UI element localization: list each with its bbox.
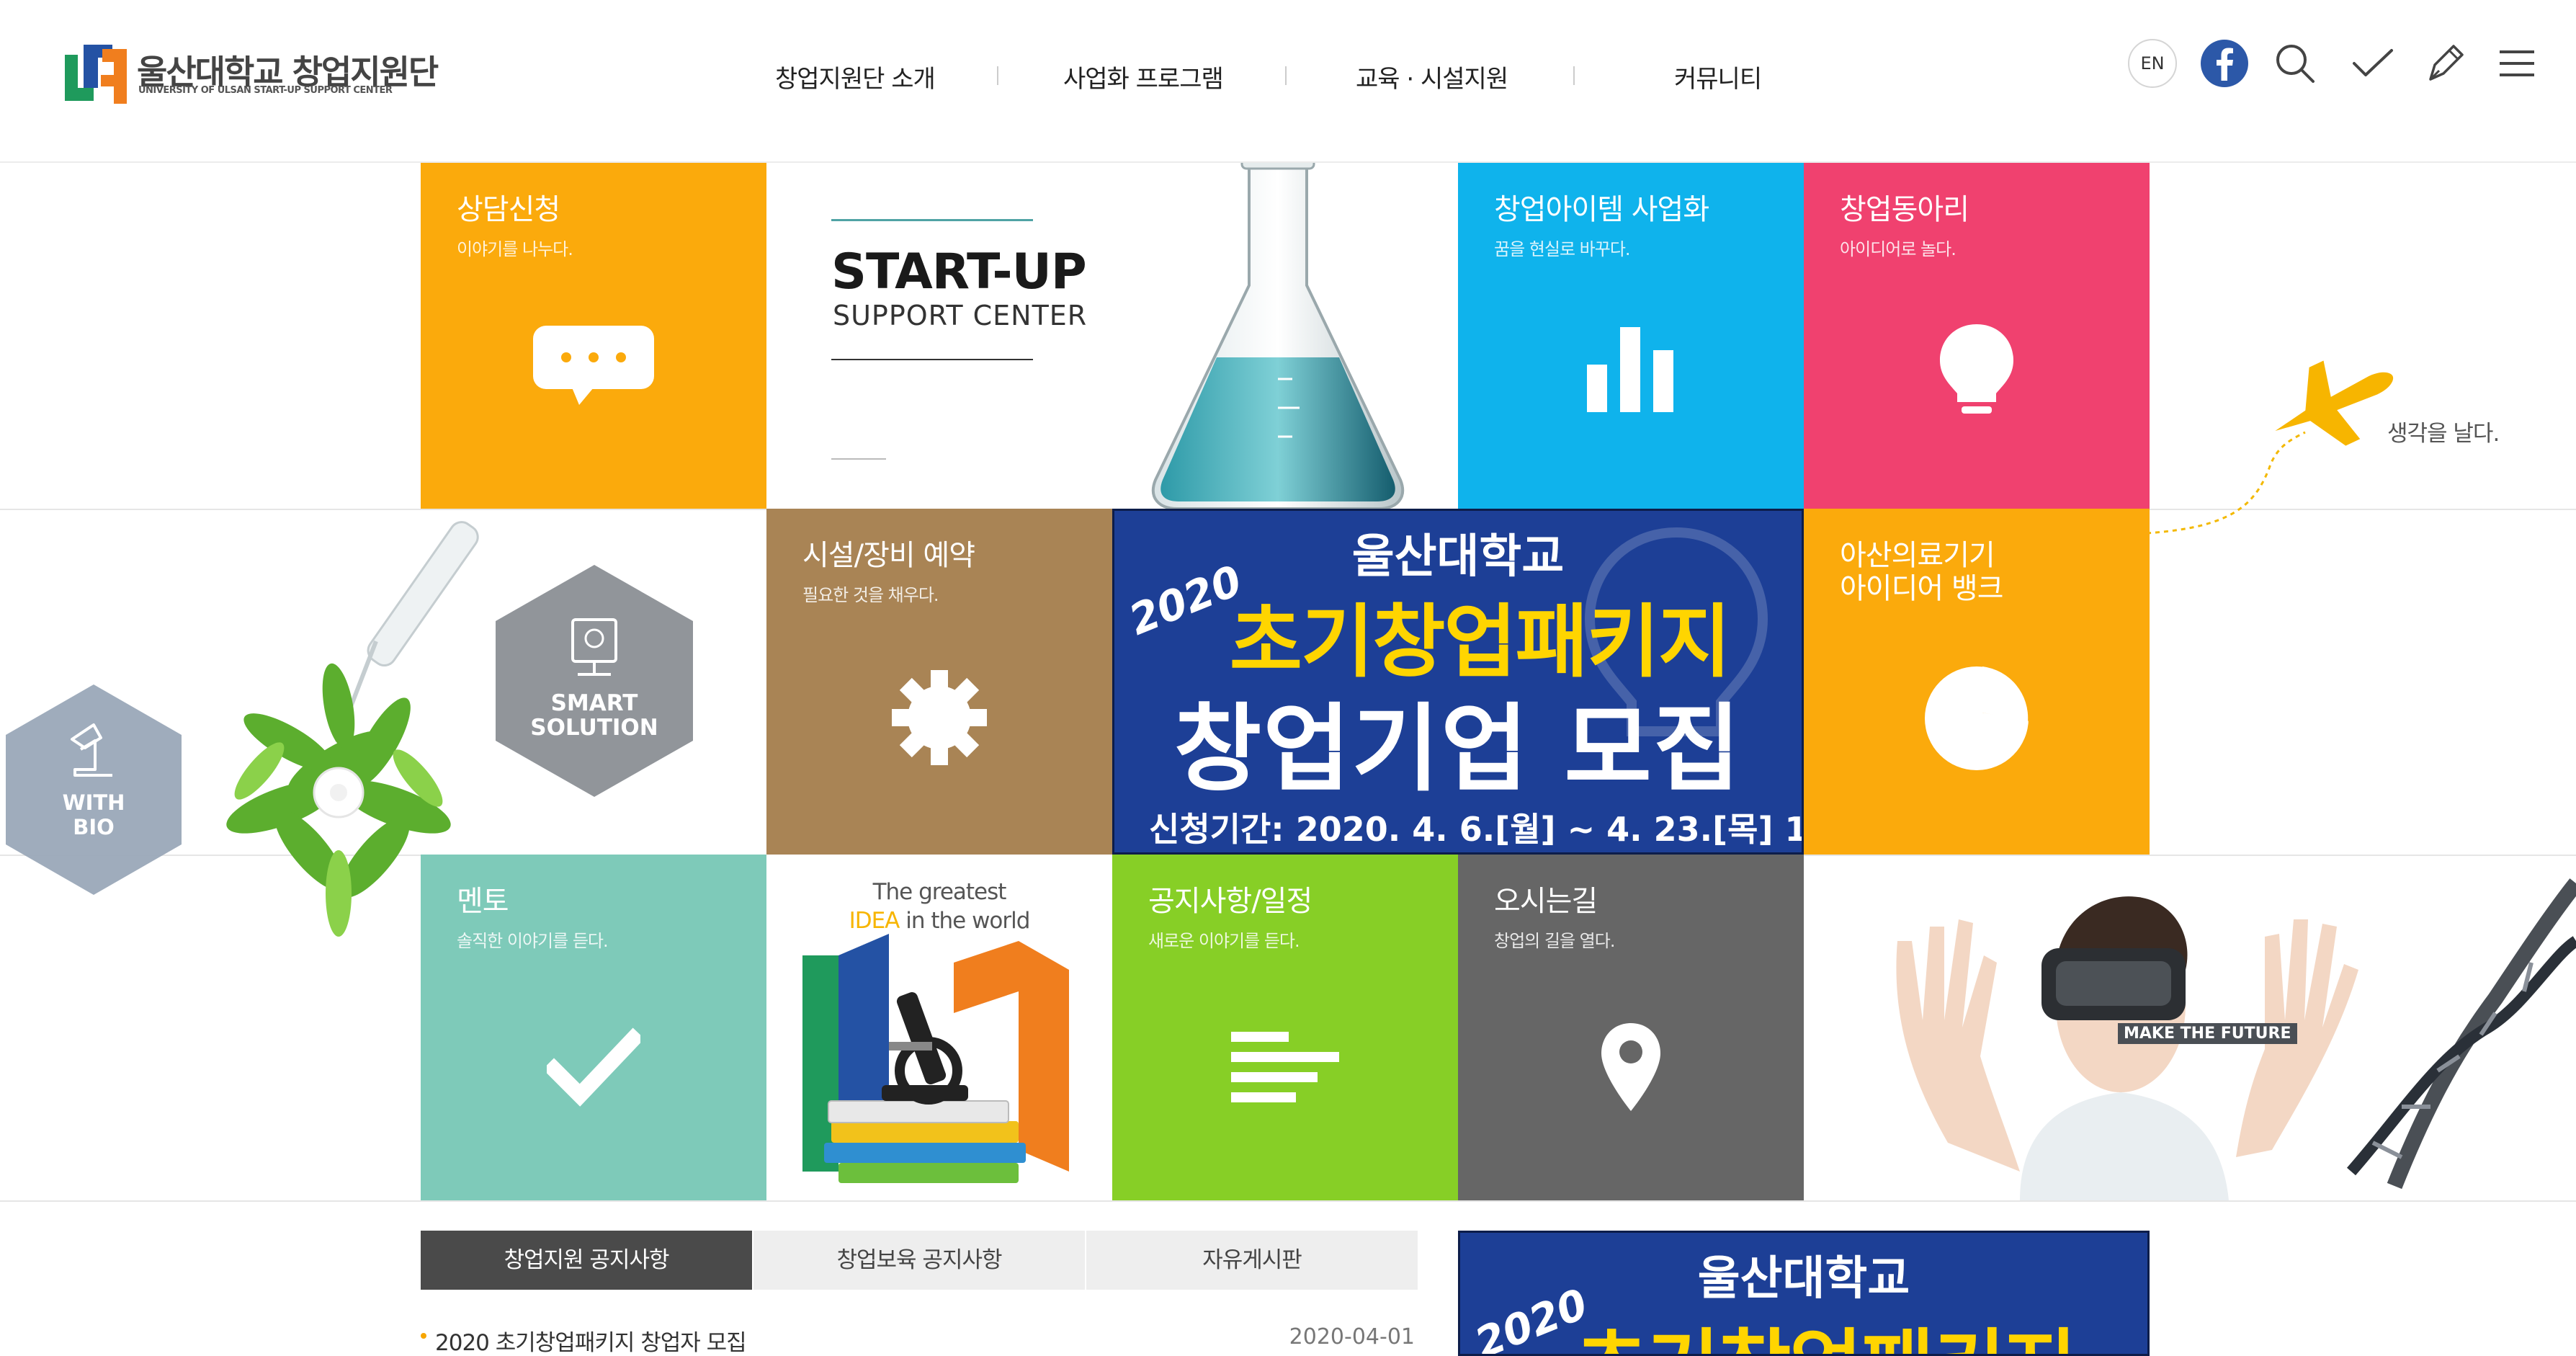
check-icon[interactable]: [2345, 36, 2400, 91]
divider-line: [831, 359, 1033, 360]
nav-divider: [997, 66, 998, 85]
tile-commercialization[interactable]: 창업아이템 사업화 꿈을 현실로 바꾸다.: [1458, 163, 1804, 509]
tile-directions[interactable]: 오시는길 창업의 길을 열다.: [1458, 855, 1804, 1200]
microscope-books-image: [802, 934, 1069, 1183]
notice-list-item[interactable]: 2020 초기창업패키지 창업자 모집 2020-04-01: [421, 1323, 1415, 1356]
recruitment-banner[interactable]: 2020 울산대학교 초기창업패키지 창업기업 모집 신청기간: 2020. 4…: [1112, 509, 1804, 855]
tile-subtitle: 필요한 것을 채우다.: [802, 585, 939, 605]
idea-rest: in the world: [905, 908, 1030, 934]
chat-bubble-icon: [533, 326, 654, 405]
recruitment-banner-small[interactable]: 2020 울산대학교 초기창업패키지: [1458, 1231, 2150, 1356]
hex-smart-solution: SMART SOLUTION: [496, 565, 693, 797]
nav-item-education[interactable]: 교육 · 시설지원: [1356, 59, 1508, 94]
search-icon[interactable]: [2268, 36, 2322, 91]
tile-subtitle: 새로운 이야기를 듣다.: [1148, 931, 1300, 951]
bullet-icon: [421, 1333, 426, 1339]
startup-title-text: START-UP: [831, 244, 1087, 300]
pie-chart-icon: [1925, 664, 2031, 770]
tile-subtitle: 창업의 길을 열다.: [1494, 931, 1615, 951]
tile-title: 창업아이템 사업화: [1494, 193, 1709, 226]
tile-facility-reservation[interactable]: 시설/장비 예약 필요한 것을 채우다.: [766, 509, 1112, 855]
site-logo[interactable]: 울산대학교 창업지원단 UNIVERSITY OF ULSAN START-UP…: [65, 43, 468, 105]
nav-divider: [1573, 66, 1575, 85]
tile-notice-schedule[interactable]: 공지사항/일정 새로운 이야기를 듣다.: [1112, 855, 1458, 1200]
airplane-caption: 생각을 날다.: [2387, 421, 2500, 447]
site-header: 울산대학교 창업지원단 UNIVERSITY OF ULSAN START-UP…: [0, 0, 2576, 163]
tab-free-board[interactable]: 자유게시판: [1086, 1231, 1418, 1290]
vr-future-image: MAKE THE FUTURE: [1804, 855, 2576, 1200]
nav-item-programs[interactable]: 사업화 프로그램: [1063, 59, 1224, 94]
banner-school: 울산대학교: [1697, 1252, 1910, 1306]
tile-title: 창업동아리: [1840, 193, 1969, 226]
banner-school: 울산대학교: [1351, 530, 1565, 584]
banner-title: 초기창업패키지: [1503, 1302, 2147, 1354]
tile-title: 시설/장비 예약: [802, 539, 975, 572]
arrow-line: [831, 458, 886, 460]
hex-bio-line2: BIO: [73, 815, 115, 839]
tile-title: 아산의료기기 아이디어 뱅크: [1840, 539, 2004, 605]
banner-period: 신청기간: 2020. 4. 6.[월] ~ 4. 23.[목] 18:00: [1149, 810, 1802, 849]
tile-subtitle: 이야기를 나누다.: [457, 239, 573, 259]
startup-center-tile: START-UP SUPPORT CENTER: [766, 163, 1458, 509]
list-icon: [1231, 1032, 1339, 1102]
tile-startup-club[interactable]: 창업동아리 아이디어로 놀다.: [1804, 163, 2150, 509]
checkmark-icon: [547, 1027, 640, 1107]
tile-title: 멘토: [457, 885, 509, 918]
logo-english-name: UNIVERSITY OF ULSAN START-UP SUPPORT CEN…: [138, 85, 393, 96]
tile-subtitle: 아이디어로 놀다.: [1840, 239, 1956, 259]
tab-startup-notice[interactable]: 창업지원 공지사항: [421, 1231, 752, 1290]
tile-consultation[interactable]: 상담신청 이야기를 나누다.: [421, 163, 766, 509]
gear-icon: [892, 670, 987, 765]
notice-date: 2020-04-01: [1289, 1324, 1415, 1350]
tile-subtitle: 솔직한 이야기를 듣다.: [457, 931, 609, 951]
idea-line1: The greatest: [872, 879, 1007, 905]
language-button[interactable]: EN: [2128, 39, 2177, 88]
hex-bio-line1: WITH: [63, 790, 125, 815]
pen-icon[interactable]: [2418, 36, 2472, 91]
startup-subtitle: SUPPORT CENTER: [833, 300, 1088, 331]
tile-mentor[interactable]: 멘토 솔직한 이야기를 듣다.: [421, 855, 766, 1200]
menu-icon[interactable]: [2490, 36, 2544, 91]
idea-highlight: IDEA: [849, 908, 900, 934]
tile-subtitle: 꿈을 현실로 바꾸다.: [1494, 239, 1631, 259]
tile-medical-idea-bank[interactable]: 아산의료기기 아이디어 뱅크: [1804, 509, 2150, 855]
facebook-icon[interactable]: [2197, 36, 2252, 91]
startup-title: START-UP: [831, 244, 1087, 300]
hex-with-bio: WITH BIO: [6, 684, 182, 895]
idea-tile: The greatest IDEA in the world: [766, 855, 1112, 1200]
logo-mark-icon: [65, 45, 127, 104]
hex-smart-line2: SOLUTION: [530, 715, 658, 741]
tile-title: 공지사항/일정: [1148, 885, 1312, 918]
idea-line2: IDEA in the world: [766, 908, 1112, 934]
nav-item-community[interactable]: 커뮤니티: [1674, 59, 1762, 94]
banner-main: 창업기업 모집: [1173, 694, 1743, 805]
nav-item-about[interactable]: 창업지원단 소개: [775, 59, 936, 94]
grid-line: [0, 1200, 2576, 1202]
notice-title[interactable]: 2020 초기창업패키지 창업자 모집: [435, 1324, 747, 1356]
tile-title: 오시는길: [1494, 885, 1598, 918]
vr-caption: MAKE THE FUTURE: [2118, 1023, 2297, 1044]
divider-line: [831, 219, 1033, 221]
nav-divider: [1285, 66, 1287, 85]
lightbulb-icon: [1940, 324, 2013, 414]
flask-image: [1151, 163, 1405, 509]
tile-title: 상담신청: [457, 193, 560, 226]
map-pin-icon: [1601, 1023, 1660, 1111]
hex-smart-line1: SMART: [551, 690, 638, 716]
bar-chart-icon: [1587, 327, 1673, 412]
tab-incubation-notice[interactable]: 창업보육 공지사항: [753, 1231, 1085, 1290]
